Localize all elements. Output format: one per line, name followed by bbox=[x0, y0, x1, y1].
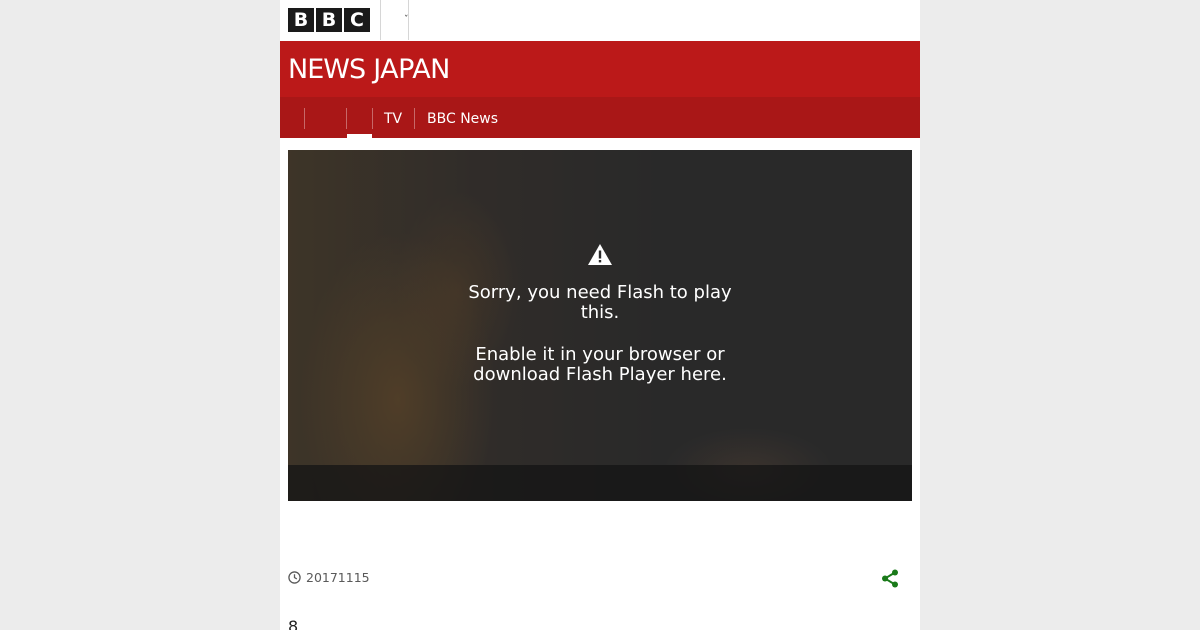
warning-icon bbox=[588, 244, 612, 265]
nav-item-tv[interactable]: TV bbox=[384, 111, 402, 127]
site-title[interactable]: NEWS JAPAN bbox=[288, 54, 450, 85]
flash-message-line2[interactable]: Enable it in your browser or download Fl… bbox=[460, 345, 740, 385]
share-icon[interactable] bbox=[881, 569, 899, 588]
nav-item-2[interactable] bbox=[347, 97, 372, 138]
flash-required-message: Sorry, you need Flash to play this. Enab… bbox=[460, 283, 740, 407]
site-title-secondary: JAPAN bbox=[373, 54, 450, 85]
article-date: 20171115 bbox=[306, 570, 370, 585]
video-controls-bar[interactable] bbox=[288, 465, 912, 501]
section-nav bbox=[280, 97, 920, 138]
site-title-primary: NEWS bbox=[288, 54, 366, 85]
bbc-logo-letter: B bbox=[288, 8, 314, 32]
bbc-logo-letter: B bbox=[316, 8, 342, 32]
nav-divider bbox=[414, 108, 415, 129]
divider bbox=[408, 0, 409, 40]
nav-item-3[interactable] bbox=[373, 97, 374, 138]
flash-message-line1: Sorry, you need Flash to play this. bbox=[468, 282, 732, 323]
divider bbox=[380, 0, 381, 40]
bbc-logo-letter: C bbox=[344, 8, 370, 32]
clock-icon bbox=[288, 571, 301, 584]
nav-item-1[interactable] bbox=[305, 97, 346, 138]
video-player[interactable]: Sorry, you need Flash to play this. Enab… bbox=[288, 150, 912, 501]
bbc-logo[interactable]: B B C bbox=[288, 8, 370, 32]
news-header: NEWS JAPAN bbox=[280, 41, 920, 97]
article-body-text: 8 bbox=[288, 617, 299, 630]
nav-active-indicator bbox=[347, 134, 372, 138]
article-meta: 20171115 bbox=[288, 570, 370, 585]
bbc-top-bar: B B C ˇ bbox=[280, 0, 920, 40]
nav-item-bbc-news[interactable]: BBC News bbox=[427, 111, 498, 127]
page: B B C ˇ NEWS JAPAN TV BBC News Sorry, yo… bbox=[280, 0, 920, 630]
